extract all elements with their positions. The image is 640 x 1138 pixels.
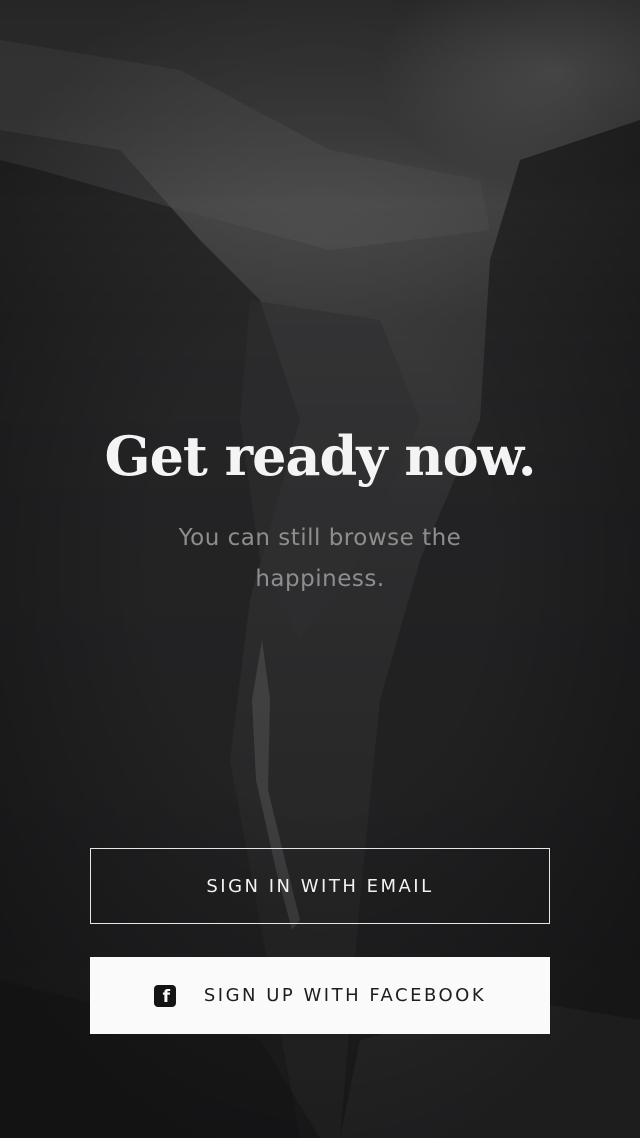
sign-in-email-button[interactable]: SIGN IN WITH EMAIL xyxy=(90,848,550,924)
sign-in-email-label: SIGN IN WITH EMAIL xyxy=(206,875,434,897)
page-title: Get ready now. xyxy=(104,424,536,488)
welcome-screen: Get ready now. You can still browse the … xyxy=(0,0,640,1138)
sign-up-facebook-label: SIGN UP WITH FACEBOOK xyxy=(203,985,487,1006)
sign-up-facebook-button[interactable]: f SIGN UP WITH FACEBOOK xyxy=(90,957,550,1034)
facebook-icon: f xyxy=(153,984,176,1007)
page-subtitle: You can still browse the happiness. xyxy=(178,525,462,592)
